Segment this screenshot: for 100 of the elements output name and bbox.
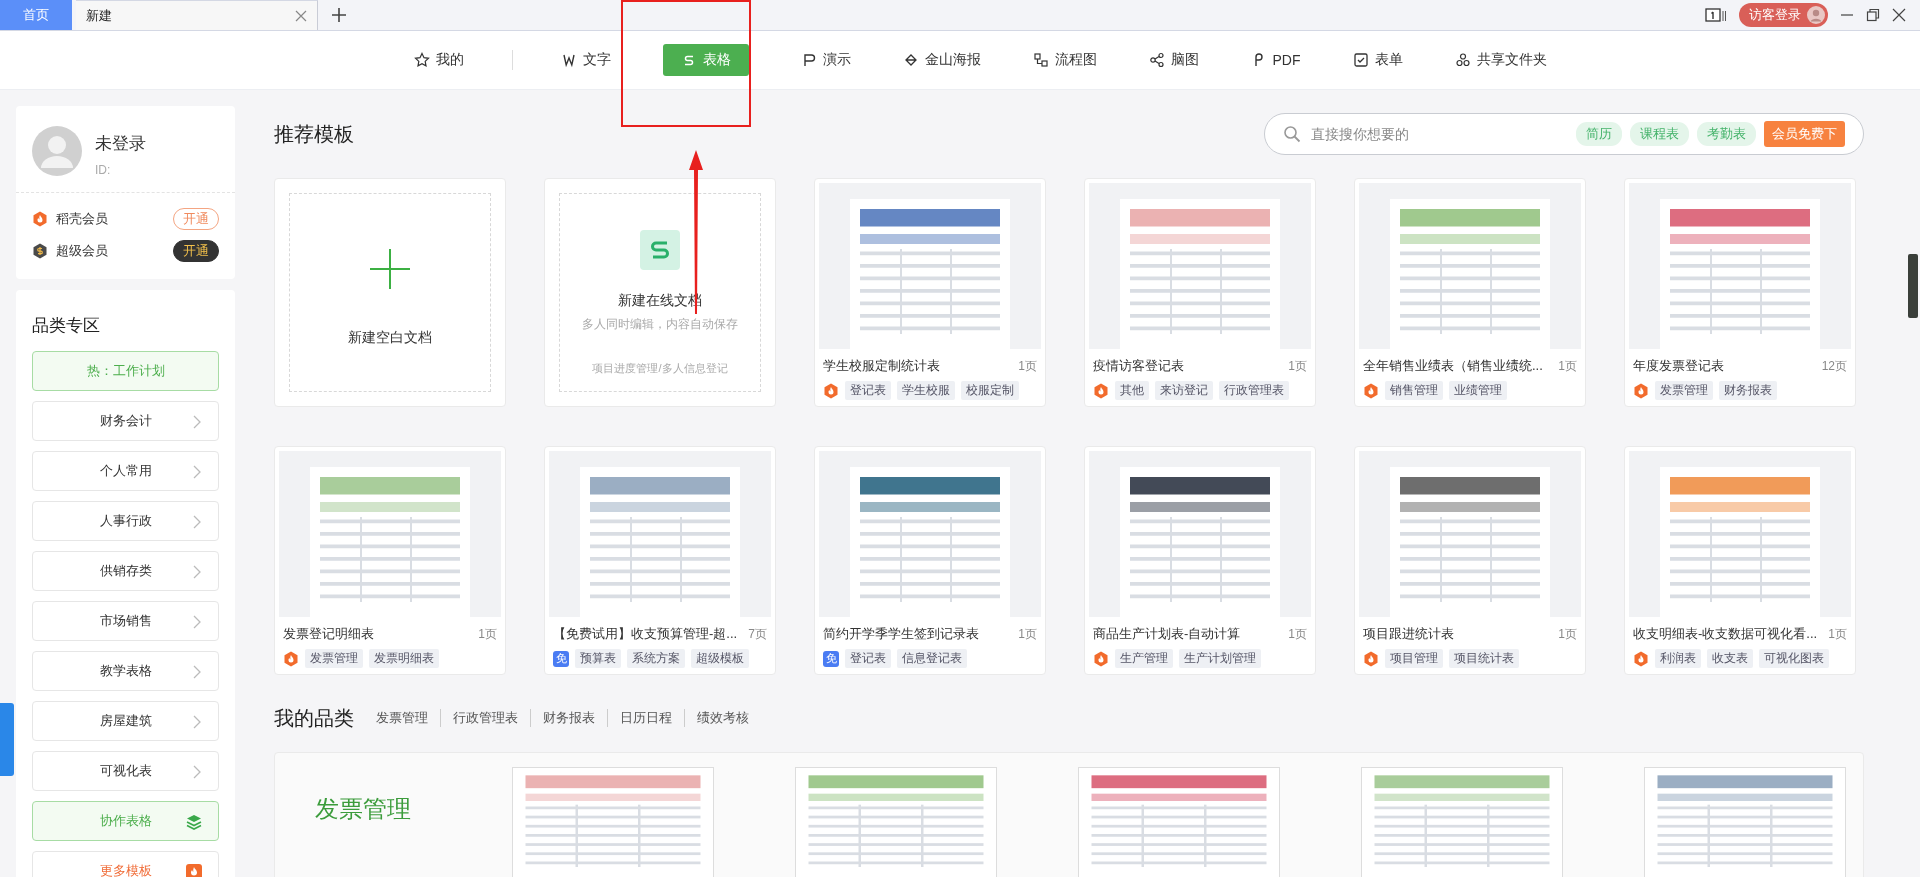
category-item[interactable]: 供销存类 (32, 551, 219, 591)
template-tag[interactable]: 项目管理 (1385, 649, 1443, 668)
template-tag[interactable]: 生产计划管理 (1179, 649, 1261, 668)
close-icon[interactable] (1892, 8, 1906, 22)
chevron-icon (192, 465, 202, 479)
membership-label: 超级会员 (56, 242, 108, 260)
chevron-icon (192, 715, 202, 729)
template-card[interactable]: 年度发票登记表 12页 发票管理 财务报表 (1624, 178, 1856, 407)
template-tag[interactable]: 校服定制 (961, 381, 1019, 400)
template-card[interactable]: 发票登记明细表 1页 发票管理 发票明细表 (274, 446, 506, 675)
login-button[interactable]: 访客登录 (1739, 3, 1828, 27)
flowchart-icon (1032, 52, 1049, 68)
category-item[interactable]: 教学表格 (32, 651, 219, 691)
template-title: 简约开学季学生签到记录表 (823, 625, 979, 643)
page-count: 1页 (1558, 625, 1577, 643)
template-title: 商品生产计划表-自动计算 (1093, 625, 1241, 643)
template-title: 年度发票登记表 (1633, 357, 1724, 375)
template-title: 全年销售业绩表（销售业绩统... (1363, 357, 1543, 375)
template-tag[interactable]: 生产管理 (1115, 649, 1173, 668)
plus-icon (370, 248, 410, 289)
category-link[interactable]: 行政管理表 (440, 709, 530, 727)
chevron-icon (192, 515, 202, 529)
membership-label: 稻壳会员 (56, 210, 108, 228)
template-card[interactable]: 商品生产计划表-自动计算 1页 生产管理 生产计划管理 (1084, 446, 1316, 675)
free-badge: 免 (553, 650, 569, 667)
template-title: 学生校服定制统计表 (823, 357, 940, 375)
nav-tab[interactable]: 文字 (542, 44, 629, 76)
tab[interactable]: 新建 (76, 0, 318, 30)
chevron-icon (192, 765, 202, 779)
template-card[interactable]: 疫情访客登记表 1页 其他 来访登记 行政管理表 (1084, 178, 1316, 407)
scroll-handle[interactable] (1908, 254, 1918, 318)
category-item[interactable]: 可视化表 (32, 751, 219, 791)
template-tag[interactable]: 系统方案 (627, 649, 685, 668)
page-count: 12页 (1821, 357, 1847, 375)
template-tag[interactable]: 来访登记 (1155, 381, 1213, 400)
flame-badge-icon (186, 864, 202, 877)
category-item[interactable]: 个人常用 (32, 451, 219, 491)
template-card[interactable]: 简约开学季学生签到记录表 1页 免 登记表 信息登记表 (814, 446, 1046, 675)
add-tab-icon[interactable] (332, 8, 346, 22)
template-tag[interactable]: 可视化图表 (1759, 649, 1829, 668)
template-tag[interactable]: 行政管理表 (1219, 381, 1289, 400)
template-tag[interactable]: 其他 (1115, 381, 1149, 400)
nav-tab[interactable]: 我的 (395, 44, 482, 76)
page-count: 1页 (1018, 357, 1037, 375)
template-card[interactable]: 项目跟进统计表 1页 项目管理 项目统计表 (1354, 446, 1586, 675)
mindmap-icon (1148, 52, 1165, 68)
category-link[interactable]: 发票管理 (376, 709, 440, 727)
section-title: 推荐模板 (274, 121, 355, 147)
template-tag[interactable]: 信息登记表 (897, 649, 967, 668)
restore-icon[interactable] (1866, 8, 1880, 22)
template-card[interactable]: 全年销售业绩表（销售业绩统... 1页 销售管理 业绩管理 (1354, 178, 1586, 407)
nav-tab[interactable]: 共享文件夹 (1436, 44, 1565, 76)
card-label: 新建空白文档 (348, 328, 432, 347)
category-item[interactable]: 市场销售 (32, 601, 219, 641)
template-tag[interactable]: 项目统计表 (1449, 649, 1519, 668)
category-link[interactable]: 绩效考核 (684, 709, 761, 727)
template-card[interactable]: 新建空白文档 (274, 178, 506, 407)
template-tag[interactable]: 发票管理 (1655, 381, 1713, 400)
template-tag[interactable]: 发票管理 (305, 649, 363, 668)
category-item[interactable]: 财务会计 (32, 401, 219, 441)
category-item[interactable]: 房屋建筑 (32, 701, 219, 741)
template-tag[interactable]: 收支表 (1707, 649, 1753, 668)
template-card[interactable]: 学生校服定制统计表 1页 登记表 学生校服 校服定制 (814, 178, 1046, 407)
template-tag[interactable]: 登记表 (845, 381, 891, 400)
panel-title: 品类专区 (32, 315, 101, 337)
page-count: 1页 (478, 625, 497, 643)
nav-tab[interactable]: 流程图 (1014, 44, 1115, 76)
coin-badge-icon (32, 243, 48, 259)
nav-tab[interactable]: 表单 (1334, 44, 1421, 76)
category-link[interactable]: 财务报表 (530, 709, 607, 727)
template-tag[interactable]: 发票明细表 (369, 649, 439, 668)
template-card[interactable]: 【免费试用】收支预算管理-超... 7页 免 预算表 系统方案 超级模板 (544, 446, 776, 675)
category-heading: 发票管理 (315, 794, 412, 824)
category-item[interactable]: 人事行政 (32, 501, 219, 541)
activate-button[interactable]: 开通 (173, 240, 219, 262)
star-icon (413, 52, 430, 68)
page-count: 1页 (1558, 357, 1577, 375)
template-tag[interactable]: 利润表 (1655, 649, 1701, 668)
template-tag[interactable]: 预算表 (575, 649, 621, 668)
avatar-icon (32, 126, 82, 176)
template-tag[interactable]: 销售管理 (1385, 381, 1443, 400)
template-tag[interactable]: 登记表 (845, 649, 891, 668)
nav-tab[interactable]: 演示 (782, 44, 869, 76)
s-letter-icon (640, 229, 680, 270)
page-count: 1页 (1828, 625, 1847, 643)
avatar-icon (1807, 6, 1825, 24)
template-tag[interactable]: 超级模板 (691, 649, 749, 668)
page-count: 1页 (1288, 625, 1307, 643)
template-tag[interactable]: 业绩管理 (1449, 381, 1507, 400)
template-title: 项目跟进统计表 (1363, 625, 1454, 643)
category-link[interactable]: 日历日程 (607, 709, 684, 727)
template-card[interactable]: 收支明细表-收支数据可视化看... 1页 利润表 收支表 可视化图表 (1624, 446, 1856, 675)
template-tag[interactable]: 学生校服 (897, 381, 955, 400)
page-count: 7页 (748, 625, 767, 643)
section-title: 我的品类 (274, 705, 354, 731)
nav-tab[interactable]: 脑图 (1130, 44, 1217, 76)
nav-tab[interactable]: PDF (1232, 44, 1319, 76)
template-tag[interactable]: 财务报表 (1719, 381, 1777, 400)
screen-icon[interactable] (1705, 8, 1727, 22)
nav-tab[interactable]: 金山海报 (884, 44, 999, 76)
